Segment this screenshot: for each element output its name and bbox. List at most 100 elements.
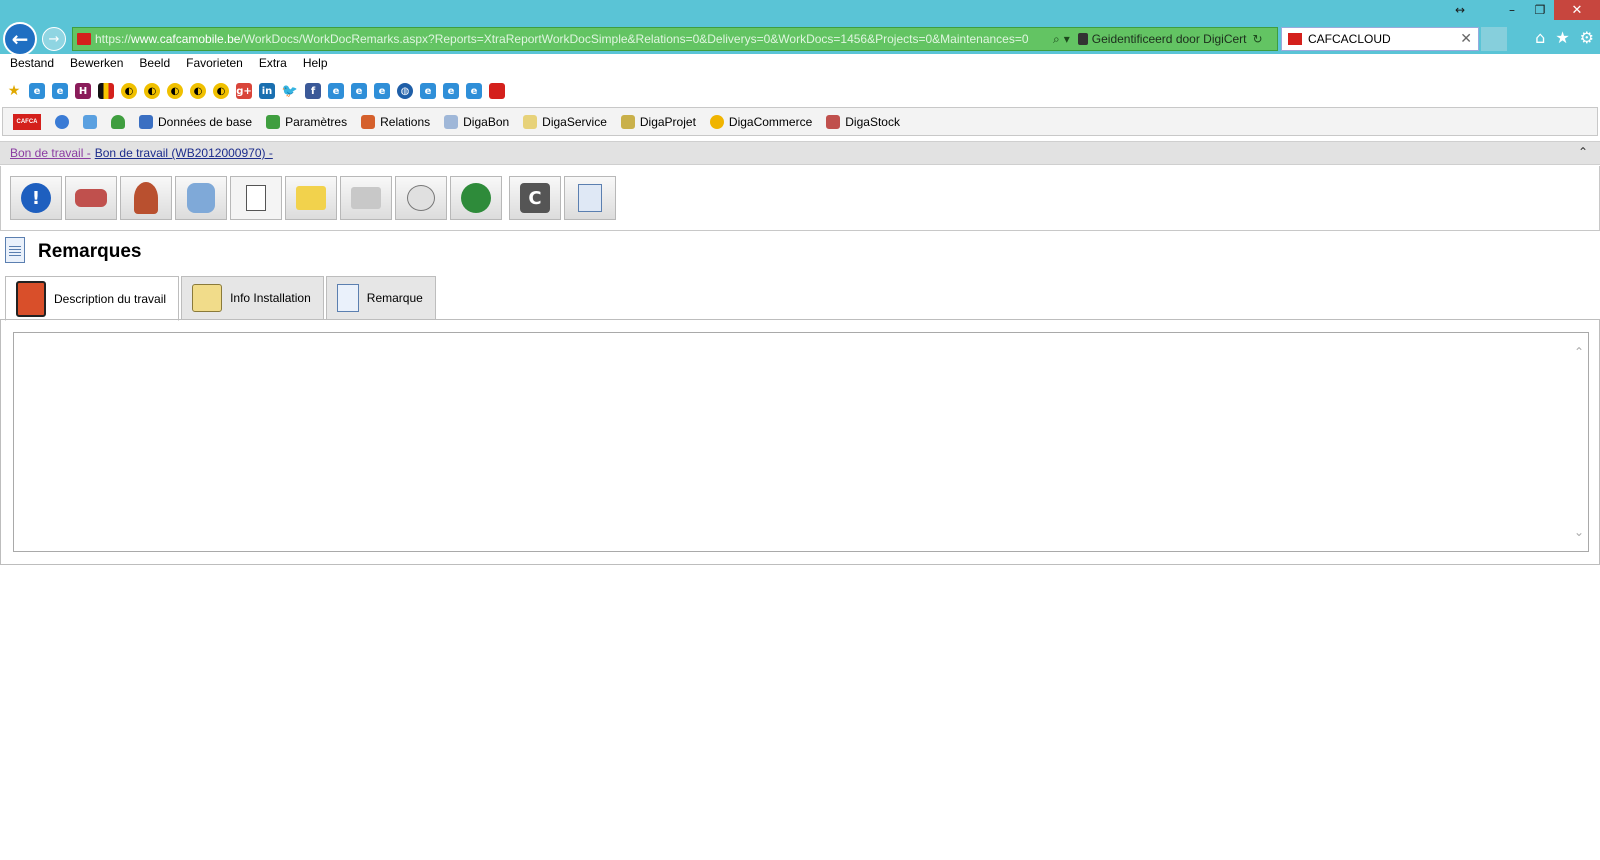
tab-description-du-travail[interactable]: Description du travail (5, 276, 180, 321)
site-favicon-icon (77, 33, 91, 45)
print-button[interactable] (340, 176, 392, 220)
new-tab-button[interactable] (1481, 27, 1507, 51)
cafca-icon[interactable] (489, 83, 505, 99)
cafca-c-button[interactable]: C (509, 176, 561, 220)
toolbar-item-donnees-de-base[interactable]: Données de base (139, 114, 253, 129)
address-bar[interactable]: https://www.cafcamobile.be/WorkDocs/Work… (72, 27, 1278, 51)
moon-icon[interactable]: ◐ (121, 83, 137, 99)
refresh-icon[interactable]: ↻ (1253, 32, 1263, 46)
description-textarea[interactable]: ⌃ ⌄ (13, 332, 1589, 552)
favorites-bar: ★ e e H ◐ ◐ ◐ ◐ ◐ g+ in 🐦 f e e e ◍ e e … (6, 82, 505, 100)
gear-icon[interactable]: ⚙ (1580, 28, 1594, 47)
ie-page-icon[interactable]: e (466, 83, 482, 99)
moon-icon[interactable]: ◐ (167, 83, 183, 99)
moon-icon[interactable]: ◐ (213, 83, 229, 99)
moon-icon[interactable]: ◐ (144, 83, 160, 99)
back-button[interactable]: ← (3, 22, 37, 56)
home-icon[interactable]: ⌂ (1535, 28, 1545, 47)
collapse-chevron-icon[interactable]: ⌃ (1578, 145, 1588, 159)
favorites-star-icon[interactable]: ★ (1555, 28, 1569, 47)
toolbar-item-digaprojet[interactable]: DigaProjet (620, 114, 696, 129)
browser-navbar: ← → https://www.cafcamobile.be/WorkDocs/… (0, 22, 1600, 56)
folder-button[interactable] (285, 176, 337, 220)
url-path: /WorkDocs/WorkDocRemarks.aspx?Reports=Xt… (240, 32, 1029, 46)
flag-be-icon[interactable] (98, 83, 114, 99)
lock-icon[interactable] (1077, 33, 1088, 45)
twitter-icon[interactable]: 🐦 (282, 83, 298, 99)
ie-page-icon[interactable]: e (420, 83, 436, 99)
toolbar-item-digastock[interactable]: DigaStock (826, 114, 900, 129)
close-icon[interactable]: ✕ (1554, 0, 1600, 20)
energy-button[interactable] (175, 176, 227, 220)
scroll-up-icon[interactable]: ⌃ (1574, 345, 1584, 359)
google-plus-icon[interactable]: g+ (236, 83, 252, 99)
dropdown-arrow-icon[interactable]: ▾ (1064, 32, 1070, 46)
ie-page-icon[interactable]: e (52, 83, 68, 99)
menu-item-help[interactable]: Help (303, 56, 328, 76)
tab-label: Info Installation (230, 291, 311, 305)
globe-settings-icon[interactable] (55, 114, 69, 129)
tab-info-installation[interactable]: Info Installation (181, 276, 324, 320)
browser-tab[interactable]: CAFCACLOUD ✕ (1281, 27, 1479, 51)
ie-page-icon[interactable]: e (29, 83, 45, 99)
toolbar-item-label: Paramètres (285, 114, 348, 129)
url-scheme: https:// (95, 32, 132, 46)
close-tab-icon[interactable]: ✕ (1460, 31, 1472, 47)
facebook-icon[interactable]: f (305, 83, 321, 99)
web-button[interactable] (450, 176, 502, 220)
menu-item-favorieten[interactable]: Favorieten (186, 56, 243, 76)
toolbar-item-parametres[interactable]: Paramètres (266, 114, 348, 129)
breadcrumb-link-bon-de-travail[interactable]: Bon de travail - (10, 146, 91, 160)
resize-arrows-icon[interactable]: ↔ (1446, 0, 1474, 20)
toolbar-item-digaservice[interactable]: DigaService (523, 114, 607, 129)
linkedin-icon[interactable]: in (259, 83, 275, 99)
globe-icon[interactable]: ◍ (397, 83, 413, 99)
timesheet-button[interactable] (395, 176, 447, 220)
menu-bar: Bestand Bewerken Beeld Favorieten Extra … (0, 56, 328, 76)
app-toolbar: CAFCA Données de base Paramètres Relatio… (2, 107, 1598, 136)
people-icon (361, 114, 376, 129)
sync-icon[interactable] (83, 114, 97, 129)
settings-document-button[interactable] (564, 176, 616, 220)
ie-page-icon[interactable]: e (443, 83, 459, 99)
toolbar-item-digabon[interactable]: DigaBon (444, 114, 509, 129)
search-icon[interactable]: ⌕ (1053, 32, 1060, 47)
scroll-down-icon[interactable]: ⌄ (1574, 525, 1584, 539)
h-logo-icon[interactable]: H (75, 83, 91, 99)
database-icon (139, 114, 153, 129)
toolbar-item-relations[interactable]: Relations (361, 114, 430, 129)
document-button[interactable] (230, 176, 282, 220)
cafca-logo-icon[interactable]: CAFCA (13, 113, 41, 130)
stock-box-icon (826, 114, 841, 129)
vehicle-button[interactable] (65, 176, 117, 220)
ie-page-icon[interactable]: e (351, 83, 367, 99)
breadcrumb-link-current-bon[interactable]: Bon de travail (WB2012000970) - (95, 146, 273, 160)
tab-remarque[interactable]: Remarque (325, 276, 436, 320)
toolbar-item-digacommerce[interactable]: DigaCommerce (709, 114, 812, 129)
tab-label: Description du travail (54, 291, 167, 306)
url-host: www.cafcamobile.be (131, 32, 241, 46)
restore-icon[interactable]: ❐ (1526, 0, 1554, 20)
person-button[interactable] (120, 176, 172, 220)
menu-item-bewerken[interactable]: Bewerken (70, 56, 123, 76)
page-document-icon (5, 237, 25, 263)
minimize-icon[interactable]: – (1498, 0, 1526, 20)
menu-item-beeld[interactable]: Beeld (139, 56, 170, 76)
info-button[interactable]: ! (10, 176, 62, 220)
menu-item-bestand[interactable]: Bestand (10, 56, 54, 76)
document-icon (444, 114, 459, 129)
forward-button[interactable]: → (42, 27, 66, 51)
star-add-icon[interactable]: ★ (6, 83, 22, 99)
menu-item-extra[interactable]: Extra (259, 56, 287, 76)
person-icon (134, 182, 158, 214)
identity-text[interactable]: Geidentificeerd door DigiCert (1092, 32, 1247, 46)
toolbar-item-label: Données de base (158, 114, 253, 129)
user-icon[interactable] (111, 114, 125, 129)
document-gear-icon (578, 184, 602, 212)
tab-label: Remarque (366, 291, 423, 305)
moon-icon[interactable]: ◐ (190, 83, 206, 99)
info-exclamation-icon: ! (21, 183, 51, 213)
ie-page-icon[interactable]: e (328, 83, 344, 99)
url-text[interactable]: https://www.cafcamobile.be/WorkDocs/Work… (95, 32, 1045, 46)
ie-page-icon[interactable]: e (374, 83, 390, 99)
